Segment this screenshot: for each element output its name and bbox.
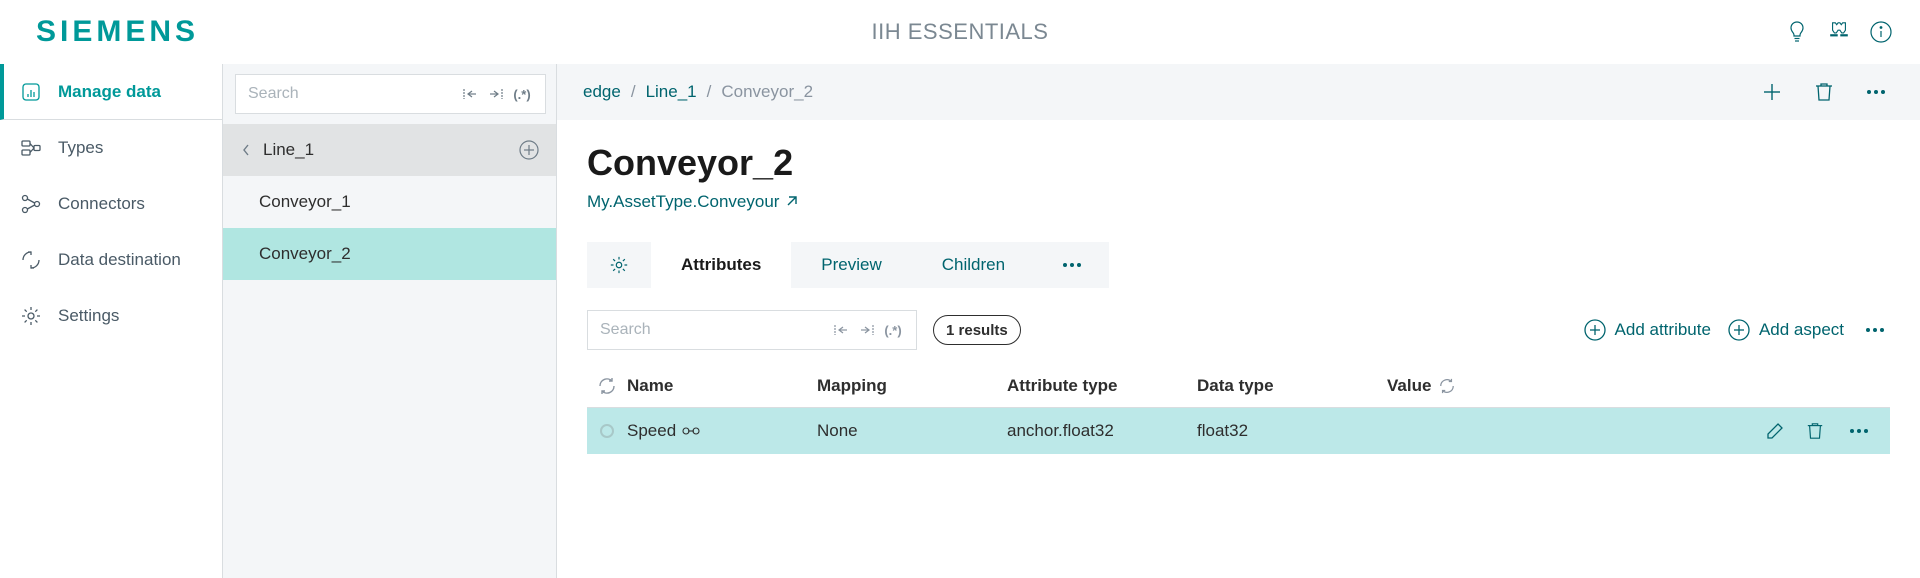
manage-data-icon xyxy=(20,81,42,103)
col-value-label: Value xyxy=(1387,376,1431,396)
collapse-out-icon[interactable] xyxy=(854,319,880,341)
cell-attribute-type: anchor.float32 xyxy=(1007,421,1197,441)
nav-connectors[interactable]: Connectors xyxy=(0,176,222,232)
nav-label: Types xyxy=(58,138,103,158)
refresh-icon[interactable] xyxy=(1439,378,1455,394)
link-icon xyxy=(682,424,700,438)
nav-label: Manage data xyxy=(58,82,161,102)
tree-search-box[interactable]: (.*) xyxy=(235,74,546,114)
types-icon xyxy=(20,137,42,159)
tree-item-label: Conveyor_1 xyxy=(259,192,351,212)
tree-parent-row[interactable]: Line_1 xyxy=(223,124,556,176)
edit-icon[interactable] xyxy=(1764,420,1786,442)
row-select[interactable] xyxy=(587,424,627,438)
cell-data-type: float32 xyxy=(1197,421,1387,441)
gear-icon xyxy=(20,305,42,327)
tree-item-conveyor1[interactable]: Conveyor_1 xyxy=(223,176,556,228)
col-data-type[interactable]: Data type xyxy=(1197,376,1387,396)
add-icon[interactable] xyxy=(1754,74,1790,110)
trash-icon[interactable] xyxy=(1804,420,1826,442)
row-actions xyxy=(1764,420,1890,442)
topbar: edge / Line_1 / Conveyor_2 xyxy=(557,64,1920,120)
plus-circle-icon xyxy=(1583,318,1607,342)
app-title: IIH ESSENTIALS xyxy=(872,19,1049,45)
main-content: edge / Line_1 / Conveyor_2 Conve xyxy=(557,64,1920,578)
tab-more[interactable] xyxy=(1035,242,1109,288)
more-icon[interactable] xyxy=(1858,74,1894,110)
tree-parent-label: Line_1 xyxy=(263,140,314,160)
siemens-logo: SIEMENS xyxy=(36,15,199,49)
row-more-icon[interactable] xyxy=(1844,423,1874,439)
app-header: SIEMENS IIH ESSENTIALS xyxy=(0,0,1920,64)
col-mapping[interactable]: Mapping xyxy=(817,376,1007,396)
add-attribute-label: Add attribute xyxy=(1615,320,1711,340)
add-child-icon[interactable] xyxy=(518,139,540,161)
tab-attributes[interactable]: Attributes xyxy=(651,242,791,288)
breadcrumb-separator: / xyxy=(631,82,636,102)
info-icon[interactable] xyxy=(1870,21,1892,43)
table-header: Name Mapping Attribute type Data type Va… xyxy=(587,364,1890,408)
connectors-icon xyxy=(20,193,42,215)
nav-types[interactable]: Types xyxy=(0,120,222,176)
nav-manage-data[interactable]: Manage data xyxy=(0,64,222,120)
add-aspect-label: Add aspect xyxy=(1759,320,1844,340)
add-aspect-button[interactable]: Add aspect xyxy=(1727,318,1844,342)
data-destination-icon xyxy=(20,249,42,271)
collapse-in-icon[interactable] xyxy=(457,83,483,105)
collapse-out-icon[interactable] xyxy=(483,83,509,105)
trash-icon[interactable] xyxy=(1806,74,1842,110)
nav-label: Settings xyxy=(58,306,119,326)
more-attributes-icon[interactable] xyxy=(1860,322,1890,338)
tree-search-input[interactable] xyxy=(246,84,457,104)
cell-name: Speed xyxy=(627,421,817,441)
col-attribute-type[interactable]: Attribute type xyxy=(1007,376,1197,396)
tree-panel: (.*) Line_1 Conveyor_1 xyxy=(223,64,557,578)
table-row[interactable]: Speed None anchor.float32 float32 xyxy=(587,408,1890,454)
tree-item-conveyor2[interactable]: Conveyor_2 xyxy=(223,228,556,280)
refresh-icon[interactable] xyxy=(587,377,627,395)
asset-type-link[interactable]: My.AssetType.Conveyour xyxy=(587,192,1890,212)
page-title: Conveyor_2 xyxy=(587,142,1890,184)
nav-label: Connectors xyxy=(58,194,145,214)
header-actions xyxy=(1786,21,1892,43)
cell-mapping: None xyxy=(817,421,1007,441)
tree-search-bar: (.*) xyxy=(223,64,556,124)
regex-icon[interactable]: (.*) xyxy=(880,319,906,341)
breadcrumb-level1[interactable]: Line_1 xyxy=(646,82,697,102)
external-link-icon xyxy=(785,196,797,208)
breadcrumb-separator: / xyxy=(707,82,712,102)
tab-settings[interactable] xyxy=(587,242,651,288)
col-value[interactable]: Value xyxy=(1387,376,1890,396)
tree-item-label: Conveyor_2 xyxy=(259,244,351,264)
results-count: 1 results xyxy=(933,315,1021,345)
attribute-name: Speed xyxy=(627,421,676,441)
breadcrumb: edge / Line_1 / Conveyor_2 xyxy=(583,82,813,102)
attributes-search-input[interactable] xyxy=(598,320,828,340)
nav-data-destination[interactable]: Data destination xyxy=(0,232,222,288)
tab-children[interactable]: Children xyxy=(912,242,1035,288)
attributes-table: Name Mapping Attribute type Data type Va… xyxy=(587,364,1890,454)
gear-icon xyxy=(609,255,629,275)
col-name[interactable]: Name xyxy=(627,376,817,396)
plus-circle-icon xyxy=(1727,318,1751,342)
chevron-left-icon xyxy=(239,144,253,156)
collapse-in-icon[interactable] xyxy=(828,319,854,341)
nav-label: Data destination xyxy=(58,250,181,270)
feedback-icon[interactable] xyxy=(1828,21,1850,43)
tabs: Attributes Preview Children xyxy=(587,242,1109,288)
breadcrumb-current: Conveyor_2 xyxy=(721,82,813,102)
nav-settings[interactable]: Settings xyxy=(0,288,222,344)
regex-icon[interactable]: (.*) xyxy=(509,83,535,105)
attributes-search-box[interactable]: (.*) xyxy=(587,310,917,350)
add-attribute-button[interactable]: Add attribute xyxy=(1583,318,1711,342)
attributes-toolbar: (.*) 1 results Add attribute xyxy=(587,310,1890,350)
tab-preview[interactable]: Preview xyxy=(791,242,911,288)
sidebar: Manage data Types Connectors Data destin… xyxy=(0,64,223,578)
breadcrumb-root[interactable]: edge xyxy=(583,82,621,102)
asset-type-label: My.AssetType.Conveyour xyxy=(587,192,779,212)
lightbulb-icon[interactable] xyxy=(1786,21,1808,43)
